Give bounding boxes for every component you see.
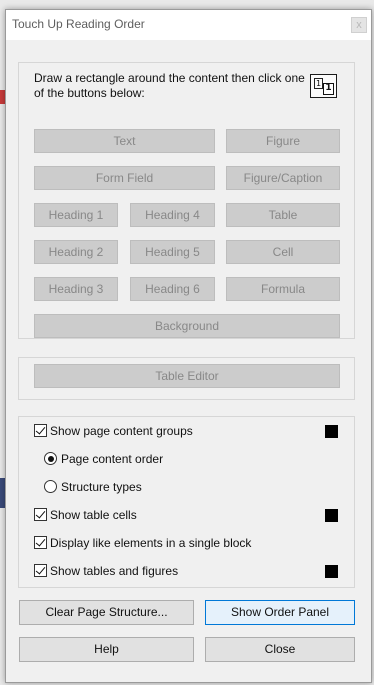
text-button[interactable]: Text (34, 129, 215, 153)
show-order-icon[interactable]: 1 1 (310, 74, 337, 98)
window-title: Touch Up Reading Order (12, 17, 145, 31)
background-button[interactable]: Background (34, 314, 340, 338)
checkbox-checked-icon[interactable] (34, 508, 47, 521)
checkbox-label: Show table cells (50, 508, 137, 522)
heading-1-button[interactable]: Heading 1 (34, 203, 118, 227)
touch-up-reading-order-dialog: Touch Up Reading Order x Draw a rectangl… (5, 9, 372, 683)
close-icon[interactable]: x (351, 17, 367, 33)
heading-6-button[interactable]: Heading 6 (130, 277, 215, 301)
checkbox-checked-icon[interactable] (34, 536, 47, 549)
structure-types-radio[interactable]: Structure types (34, 479, 334, 495)
radio-label: Page content order (61, 452, 164, 466)
tag-buttons-group: Draw a rectangle around the content then… (18, 62, 355, 339)
checkbox-label: Show page content groups (50, 424, 193, 438)
page-content-order-radio[interactable]: Page content order (34, 451, 334, 467)
show-page-content-groups-checkbox[interactable]: Show page content groups (34, 423, 344, 439)
checkbox-label: Display like elements in a single block (50, 536, 252, 550)
title-bar[interactable]: Touch Up Reading Order x (6, 10, 371, 40)
order-icon-large-box: 1 (323, 83, 334, 95)
figure-button[interactable]: Figure (226, 129, 340, 153)
show-table-cells-checkbox[interactable]: Show table cells (34, 507, 344, 523)
display-options-group: Show page content groups Page content or… (18, 416, 355, 588)
checkbox-checked-icon[interactable] (34, 564, 47, 577)
table-editor-button[interactable]: Table Editor (34, 364, 340, 388)
radio-label: Structure types (61, 480, 142, 494)
table-cells-color-swatch[interactable] (325, 509, 338, 522)
checkbox-label: Show tables and figures (50, 564, 179, 578)
heading-4-button[interactable]: Heading 4 (130, 203, 215, 227)
cell-button[interactable]: Cell (226, 240, 340, 264)
display-like-elements-checkbox[interactable]: Display like elements in a single block (34, 535, 344, 551)
show-tables-and-figures-checkbox[interactable]: Show tables and figures (34, 563, 344, 579)
clear-page-structure-button[interactable]: Clear Page Structure... (19, 600, 194, 625)
help-button[interactable]: Help (19, 637, 194, 662)
figure-caption-button[interactable]: Figure/Caption (226, 166, 340, 190)
tables-figures-color-swatch[interactable] (325, 565, 338, 578)
form-field-button[interactable]: Form Field (34, 166, 215, 190)
heading-2-button[interactable]: Heading 2 (34, 240, 118, 264)
content-groups-color-swatch[interactable] (325, 425, 338, 438)
heading-5-button[interactable]: Heading 5 (130, 240, 215, 264)
order-icon-small-box: 1 (314, 78, 323, 89)
radio-selected-icon[interactable] (44, 452, 57, 465)
instructions-text: Draw a rectangle around the content then… (34, 71, 305, 100)
table-editor-group: Table Editor (18, 357, 355, 400)
show-order-panel-button[interactable]: Show Order Panel (205, 600, 355, 625)
close-button[interactable]: Close (205, 637, 355, 662)
checkbox-checked-icon[interactable] (34, 424, 47, 437)
table-button[interactable]: Table (226, 203, 340, 227)
radio-unselected-icon[interactable] (44, 480, 57, 493)
formula-button[interactable]: Formula (226, 277, 340, 301)
heading-3-button[interactable]: Heading 3 (34, 277, 118, 301)
